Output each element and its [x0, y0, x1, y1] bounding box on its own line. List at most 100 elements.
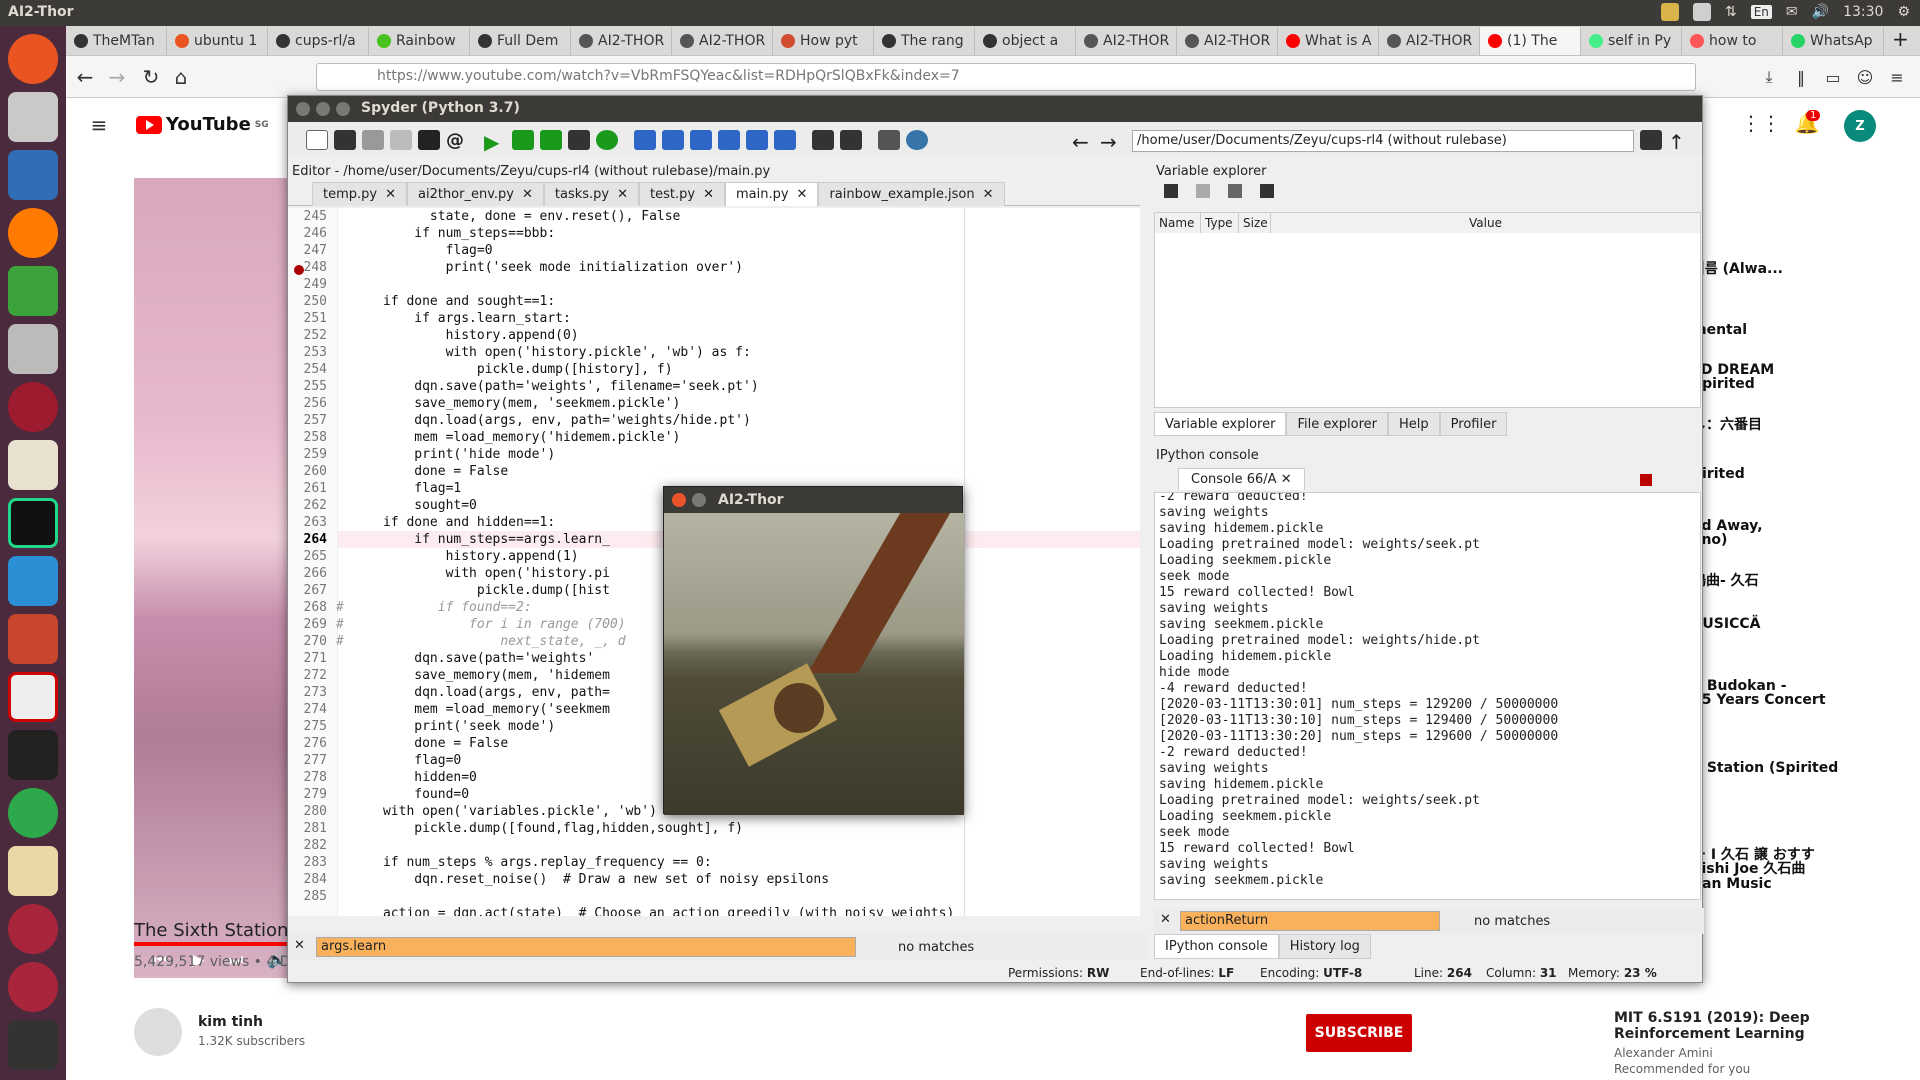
run-cell-advance-icon[interactable]	[540, 130, 562, 150]
ipython-console[interactable]: -2 reward deducted! saving weights saving …	[1154, 492, 1701, 900]
reload-icon[interactable]: ↻	[136, 62, 166, 92]
run-cell-icon[interactable]	[512, 130, 534, 150]
sidebar-icon[interactable]: ▭	[1818, 62, 1848, 92]
back-icon[interactable]: ←	[70, 62, 100, 92]
maximize-pane-icon[interactable]	[812, 130, 834, 150]
spreadsheet-icon[interactable]	[8, 266, 58, 316]
browse-folder-icon[interactable]	[1640, 130, 1662, 150]
variable-column-header[interactable]: Type	[1201, 213, 1239, 233]
pycharm-icon[interactable]	[8, 498, 58, 548]
variable-pane-tab[interactable]: File explorer	[1286, 412, 1389, 436]
playlist-item[interactable]: mental	[1692, 322, 1912, 338]
save-all-icon[interactable]	[390, 130, 412, 150]
browser-tab[interactable]: AI2-THOR	[1076, 27, 1177, 55]
browser-tab[interactable]: how to	[1682, 27, 1783, 55]
browser-tab[interactable]: AI2-THOR	[672, 27, 773, 55]
new-tab-icon[interactable]: +	[1884, 27, 1917, 55]
settings-gear-icon[interactable]: ⚙	[1897, 4, 1910, 20]
account-icon[interactable]: ☺	[1850, 62, 1880, 92]
browser-tab[interactable]: What is A	[1278, 27, 1379, 55]
channel-name[interactable]: kim tinh	[198, 1014, 263, 1030]
browser-tab[interactable]: How pyt	[773, 27, 874, 55]
close-tab-icon[interactable]: ✕	[797, 187, 808, 202]
minimize-window-icon[interactable]	[692, 493, 706, 507]
files-icon[interactable]	[8, 92, 58, 142]
variable-column-header[interactable]: Size	[1239, 213, 1271, 233]
close-tab-icon[interactable]: ✕	[385, 187, 396, 202]
playlist-item[interactable]: 이름 (Alwa...	[1692, 258, 1912, 278]
close-icon[interactable]: ✕	[1281, 472, 1292, 487]
step-return-icon[interactable]	[718, 130, 740, 150]
continue-icon[interactable]	[746, 130, 768, 150]
menu-icon[interactable]: ≡	[1882, 62, 1912, 92]
fullscreen-icon[interactable]	[840, 130, 862, 150]
python-path-icon[interactable]	[906, 130, 928, 150]
playlist-item[interactable]: pan Music	[1692, 876, 1912, 892]
browser-tab[interactable]: The rang	[874, 27, 975, 55]
note-icon[interactable]	[1660, 3, 1679, 21]
camera-icon[interactable]	[8, 324, 58, 374]
ai2thor-title-bar[interactable]: AI2-Thor	[664, 487, 962, 513]
erase-icon[interactable]	[1260, 184, 1274, 198]
playlist-item[interactable]: Spirited	[1692, 376, 1912, 392]
app-icon-2[interactable]	[8, 672, 58, 722]
url-bar[interactable]: https://www.youtube.com/watch?v=VbRmFSQY…	[316, 63, 1696, 91]
new-file-icon[interactable]	[306, 130, 328, 150]
recommended-title-2[interactable]: Reinforcement Learning	[1614, 1026, 1805, 1042]
console-bottom-tab[interactable]: IPython console	[1154, 934, 1279, 959]
working-directory-input[interactable]: /home/user/Documents/Zeyu/cups-rl4 (with…	[1132, 130, 1634, 152]
browser-tab[interactable]: AI2-THOR	[1177, 27, 1278, 55]
browser-tab[interactable]: Rainbow	[369, 27, 470, 55]
browser-tab[interactable]: AI2-THOR	[1379, 27, 1480, 55]
presentation-icon[interactable]	[8, 440, 58, 490]
minimize-window-icon[interactable]	[316, 102, 330, 116]
step-into-icon[interactable]	[690, 130, 712, 150]
ai2thor-scene-view[interactable]	[664, 513, 964, 815]
open-file-icon[interactable]	[334, 130, 356, 150]
parent-directory-icon[interactable]: ↑	[1668, 130, 1690, 154]
rerun-icon[interactable]	[596, 130, 618, 150]
import-data-icon[interactable]	[1164, 184, 1178, 198]
download-icon[interactable]: ⤓	[1754, 62, 1784, 92]
editor-tab[interactable]: test.py ✕	[639, 182, 725, 206]
app-icon-3[interactable]	[8, 788, 58, 838]
save-icon[interactable]	[362, 130, 384, 150]
variable-column-header[interactable]: Name	[1155, 213, 1201, 233]
stop-debug-icon[interactable]	[774, 130, 796, 150]
editor-tab[interactable]: rainbow_example.json ✕	[818, 182, 1005, 206]
playlist-item[interactable]: h Station (Spirited	[1692, 760, 1912, 776]
variable-pane-tab[interactable]: Profiler	[1439, 412, 1508, 436]
playlist-item[interactable]: aishi Joe 久石曲	[1692, 858, 1912, 878]
channel-avatar[interactable]	[134, 1008, 182, 1056]
ubuntu-logo-icon[interactable]	[8, 34, 58, 84]
browser-tab[interactable]: self in Py	[1581, 27, 1682, 55]
save-data-icon[interactable]	[1196, 184, 1210, 198]
browser-tab[interactable]: (1) The	[1480, 27, 1581, 55]
network-icon[interactable]: ⇅	[1725, 4, 1737, 20]
mail-icon[interactable]: ✉	[1786, 4, 1798, 20]
close-window-icon[interactable]	[672, 493, 686, 507]
playlist-item[interactable]: 25 Years Concert	[1692, 692, 1912, 708]
playlist-item[interactable]: し：六番目	[1692, 414, 1912, 434]
clock[interactable]: 13:30	[1843, 4, 1883, 20]
unity-icon[interactable]	[8, 1020, 58, 1070]
back-arrow-icon[interactable]: ←	[1072, 130, 1094, 154]
browser-tab[interactable]: AI2-THOR	[571, 27, 672, 55]
text-editor-icon[interactable]	[8, 150, 58, 200]
software-center-icon[interactable]	[8, 556, 58, 606]
library-icon[interactable]: ‖	[1786, 62, 1816, 92]
editor-tab[interactable]: ai2thor_env.py ✕	[407, 182, 544, 206]
close-tab-icon[interactable]: ✕	[522, 187, 533, 202]
browser-tab[interactable]: cups-rl/a	[268, 27, 369, 55]
youtube-logo[interactable]: YouTube SG	[136, 114, 269, 135]
editor-tab[interactable]: tasks.py ✕	[543, 182, 640, 206]
step-icon[interactable]	[662, 130, 684, 150]
browser-tab[interactable]: WhatsAp	[1783, 27, 1884, 55]
debug-icon[interactable]	[634, 130, 656, 150]
close-window-icon[interactable]	[296, 102, 310, 116]
save-data-as-icon[interactable]	[1228, 184, 1242, 198]
close-find-icon[interactable]: ✕	[294, 938, 305, 953]
firefox-icon[interactable]	[8, 208, 58, 258]
maximize-window-icon[interactable]	[336, 102, 350, 116]
editor-find-input[interactable]: args.learn	[316, 937, 856, 957]
